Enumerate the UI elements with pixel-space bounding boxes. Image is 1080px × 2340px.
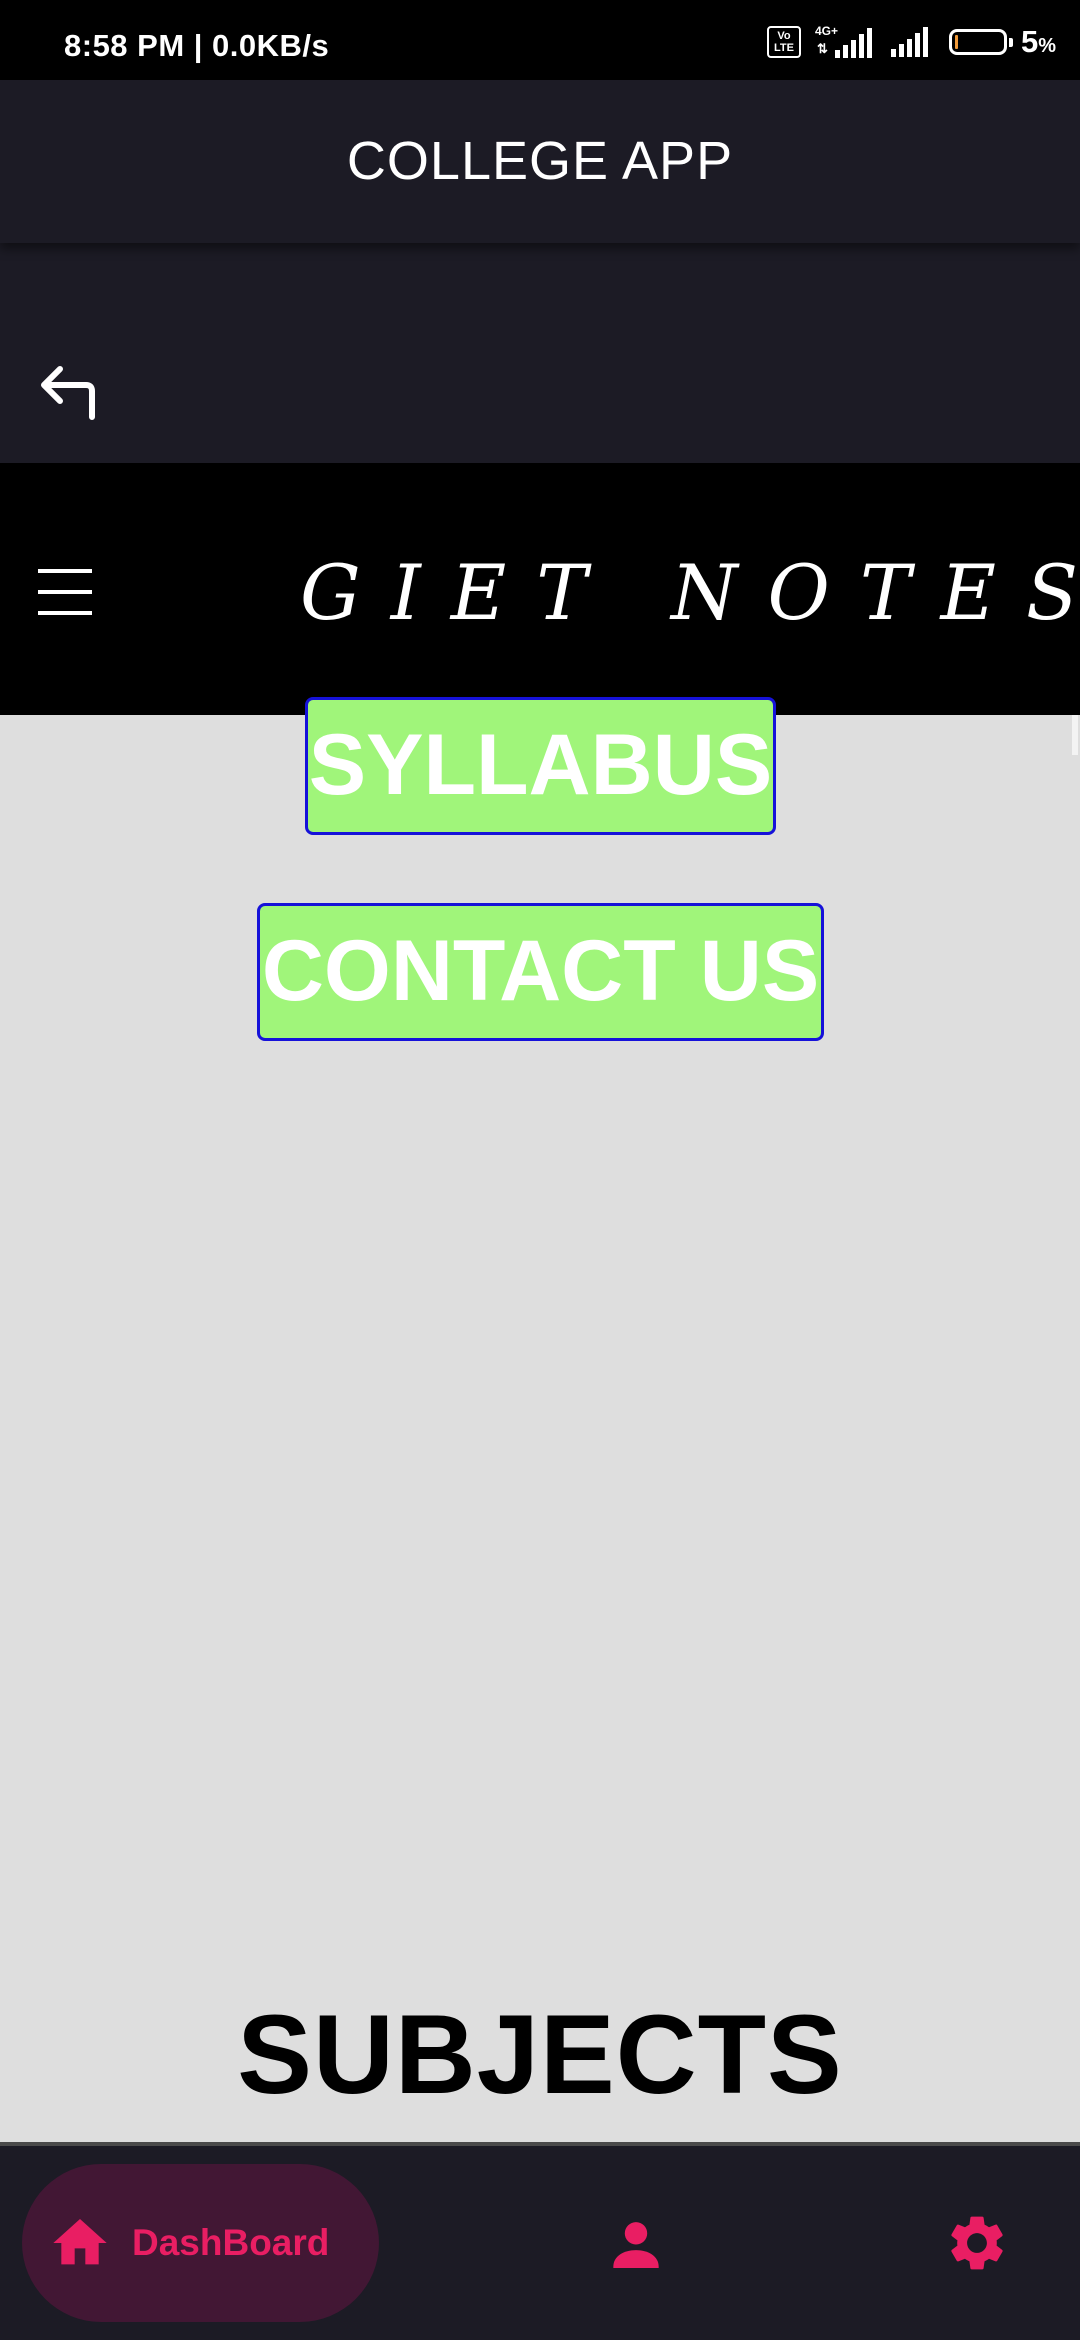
app-bar: COLLEGE APP — [0, 80, 1080, 243]
site-header: GIET NOTES — [0, 463, 1080, 715]
subjects-heading: SUBJECTS — [237, 1992, 843, 2117]
back-button[interactable] — [36, 355, 106, 425]
battery-icon — [948, 29, 1013, 55]
nav-item-settings[interactable] — [944, 2210, 1010, 2276]
battery-percent-unit: % — [1038, 35, 1056, 57]
volte-label-top: Vo — [777, 30, 791, 42]
scrollbar[interactable] — [1072, 715, 1078, 755]
signal-bars-icon-2 — [890, 27, 928, 57]
menu-button[interactable] — [36, 563, 96, 623]
toolbar-area — [0, 243, 1080, 463]
battery-tip — [1008, 38, 1013, 47]
bottom-navigation: DashBoard — [0, 2146, 1080, 2340]
hamburger-menu-icon — [38, 569, 92, 615]
volte-label-bottom: LTE — [773, 42, 794, 54]
syllabus-button[interactable]: SYLLABUS — [305, 697, 776, 835]
battery-level-fill — [954, 35, 958, 49]
site-title: GIET NOTES — [300, 548, 1080, 637]
volte-icon: Vo LTE — [766, 26, 801, 58]
status-bar: 8:58 PM | 0.0KB/s Vo LTE 4G+ ⇅ 5% — [0, 0, 1080, 80]
nav-item-profile[interactable] — [604, 2212, 668, 2276]
main-content: SYLLABUS CONTACT US SUBJECTS — [0, 697, 1080, 2145]
contact-us-button[interactable]: CONTACT US — [257, 903, 824, 1041]
signal-bars-icon — [834, 28, 872, 58]
mobile-signal-icon: 4G+ ⇅ — [815, 24, 877, 60]
screen: 8:58 PM | 0.0KB/s Vo LTE 4G+ ⇅ 5% COLLEG… — [0, 0, 1080, 2340]
battery-percent: 5% — [1021, 24, 1056, 60]
data-arrows-icon: ⇅ — [816, 41, 828, 56]
second-signal-icon — [890, 25, 931, 59]
back-arrow-icon — [41, 366, 95, 420]
nav-item-dashboard[interactable]: DashBoard — [22, 2164, 379, 2322]
person-icon — [613, 2222, 659, 2268]
battery-percent-value: 5 — [1020, 24, 1039, 59]
app-title: COLLEGE APP — [346, 131, 734, 191]
nav-item-dashboard-label: DashBoard — [132, 2222, 330, 2263]
gear-icon — [951, 2216, 1003, 2270]
status-icons: Vo LTE 4G+ ⇅ 5% — [766, 22, 1056, 62]
home-icon — [53, 2219, 107, 2265]
status-time: 8:58 PM | 0.0KB/s — [64, 28, 330, 63]
